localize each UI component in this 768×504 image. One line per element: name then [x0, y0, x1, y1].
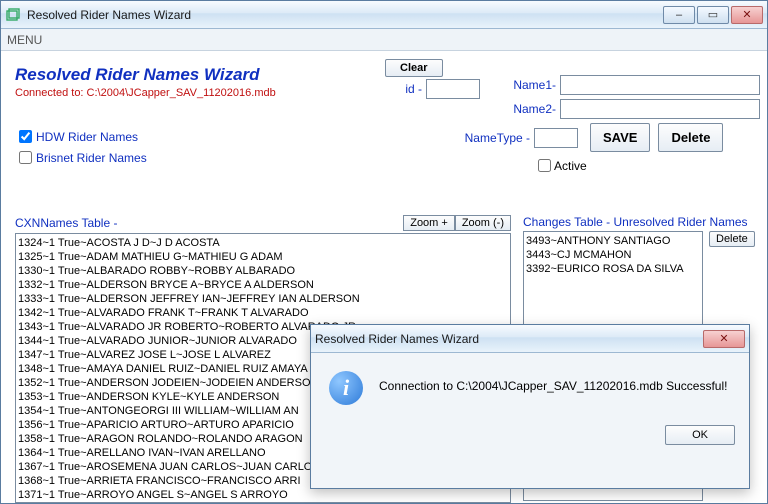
ok-button[interactable]: OK	[665, 425, 735, 445]
brisnet-label: Brisnet Rider Names	[36, 151, 147, 165]
hdw-checkbox[interactable]	[19, 130, 32, 143]
active-label: Active	[554, 159, 587, 173]
delete-button[interactable]: Delete	[658, 123, 723, 152]
maximize-button[interactable]: ▭	[697, 6, 729, 24]
brisnet-checkbox[interactable]	[19, 151, 32, 164]
changes-table-title: Changes Table - Unresolved Rider Names	[523, 215, 748, 229]
dialog-titlebar: Resolved Rider Names Wizard ✕	[311, 325, 749, 353]
table-row[interactable]: 1371~1 True~ARROYO ANGEL S~ANGEL S ARROY…	[18, 488, 508, 502]
table-row[interactable]: 1342~1 True~ALVARADO FRANK T~FRANK T ALV…	[18, 306, 508, 320]
table-row[interactable]: 1330~1 True~ALBARADO ROBBY~ROBBY ALBARAD…	[18, 264, 508, 278]
table-row[interactable]: 1325~1 True~ADAM MATHIEU G~MATHIEU G ADA…	[18, 250, 508, 264]
active-checkbox[interactable]	[538, 159, 551, 172]
menubar: MENU	[1, 29, 767, 51]
dialog-message: Connection to C:\2004\JCapper_SAV_112020…	[379, 371, 727, 393]
name1-field[interactable]	[560, 75, 760, 95]
brisnet-checkbox-row[interactable]: Brisnet Rider Names	[15, 148, 345, 167]
dialog-window: Resolved Rider Names Wizard ✕ i Connecti…	[310, 324, 750, 489]
menu-item-menu[interactable]: MENU	[7, 33, 42, 47]
name2-field[interactable]	[560, 99, 760, 119]
table-row[interactable]: 3443~CJ MCMAHON	[526, 248, 700, 262]
cxn-table-title: CXNNames Table -	[15, 216, 117, 230]
app-icon	[5, 7, 21, 23]
nametype-label: NameType -	[450, 131, 530, 145]
table-row[interactable]: 3392~EURICO ROSA DA SILVA	[526, 262, 700, 276]
dialog-close-button[interactable]: ✕	[703, 330, 745, 348]
save-button[interactable]: SAVE	[590, 123, 650, 152]
nametype-field[interactable]	[534, 128, 578, 148]
close-button[interactable]: ✕	[731, 6, 763, 24]
info-icon: i	[329, 371, 363, 405]
name2-label: Name2-	[488, 102, 556, 116]
window-title: Resolved Rider Names Wizard	[27, 8, 191, 22]
active-checkbox-row[interactable]: Active	[534, 156, 587, 175]
zoom-in-button[interactable]: Zoom +	[403, 215, 455, 231]
dialog-title: Resolved Rider Names Wizard	[315, 332, 479, 346]
table-row[interactable]: 1324~1 True~ACOSTA J D~J D ACOSTA	[18, 236, 508, 250]
minimize-button[interactable]: –	[663, 6, 695, 24]
id-label: id -	[354, 82, 422, 96]
titlebar: Resolved Rider Names Wizard – ▭ ✕	[1, 1, 767, 29]
zoom-out-button[interactable]: Zoom (-)	[455, 215, 511, 231]
table-row[interactable]: 3493~ANTHONY SANTIAGO	[526, 234, 700, 248]
connection-string: Connected to: C:\2004\JCapper_SAV_112020…	[15, 87, 345, 99]
table-row[interactable]: 1332~1 True~ALDERSON BRYCE A~BRYCE A ALD…	[18, 278, 508, 292]
page-title: Resolved Rider Names Wizard	[15, 65, 345, 85]
table-row[interactable]: 1333~1 True~ALDERSON JEFFREY IAN~JEFFREY…	[18, 292, 508, 306]
hdw-checkbox-row[interactable]: HDW Rider Names	[15, 127, 345, 146]
name1-label: Name1-	[488, 78, 556, 92]
changes-delete-button[interactable]: Delete	[709, 231, 755, 247]
hdw-label: HDW Rider Names	[36, 130, 138, 144]
